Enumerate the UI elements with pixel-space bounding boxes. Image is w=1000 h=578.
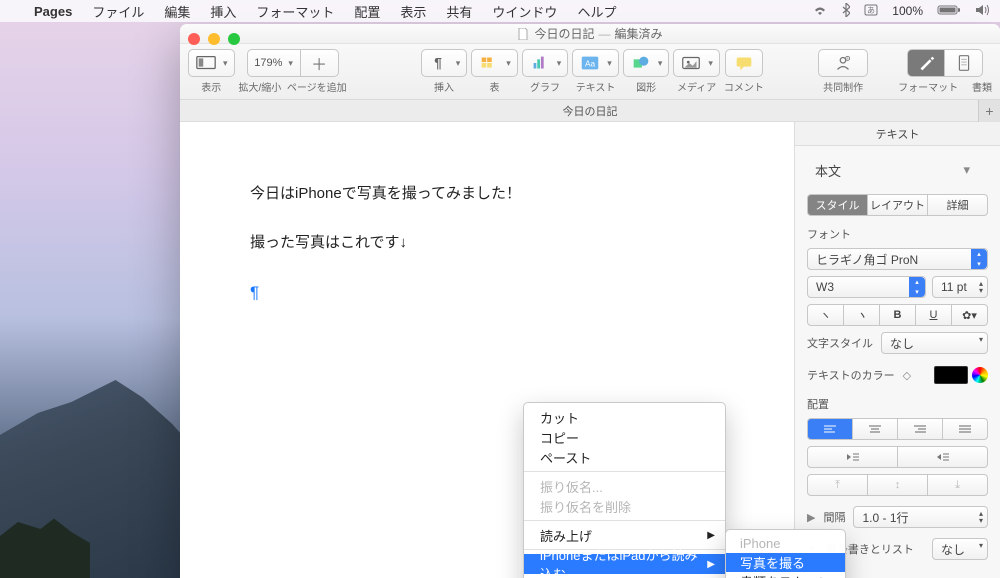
macos-menubar: Pages ファイル 編集 挿入 フォーマット 配置 表示 共有 ウインドウ ヘ… bbox=[0, 0, 1000, 22]
font-family-popup[interactable]: ヒラギノ角ゴ ProN ▴▾ bbox=[807, 248, 988, 270]
align-left[interactable] bbox=[807, 418, 853, 440]
menu-insert[interactable]: 挿入 bbox=[200, 2, 246, 21]
wifi-icon[interactable] bbox=[812, 4, 828, 19]
ctx-copy[interactable]: コピー bbox=[524, 427, 725, 447]
ctx2-device-iphone: iPhone bbox=[726, 534, 845, 553]
ime-icon[interactable]: あ bbox=[864, 4, 878, 19]
menu-file[interactable]: ファイル bbox=[82, 2, 154, 21]
battery-percent: 100% bbox=[892, 4, 923, 18]
battery-icon[interactable] bbox=[937, 4, 961, 19]
document-icon bbox=[517, 28, 529, 40]
chart-button[interactable]: ▾ bbox=[522, 49, 569, 77]
indent-decrease[interactable] bbox=[807, 446, 898, 468]
font-size-field[interactable]: 11 pt ▴▾ bbox=[932, 276, 988, 298]
ctx-ruby-del: 振り仮名を削除 bbox=[524, 496, 725, 516]
doc-paragraph-2[interactable]: 撮った写真はこれです↓ bbox=[250, 229, 764, 258]
char-style-popup[interactable]: なし▾ bbox=[881, 332, 988, 354]
svg-text:+: + bbox=[846, 56, 849, 61]
bluetooth-icon[interactable] bbox=[842, 3, 850, 20]
menu-arrange[interactable]: 配置 bbox=[344, 2, 390, 21]
doc-paragraph-1[interactable]: 今日はiPhoneで写真を撮ってみました！ bbox=[250, 180, 764, 209]
indent-increase[interactable] bbox=[898, 446, 988, 468]
window-state: 編集済み bbox=[615, 25, 663, 42]
subtab-style[interactable]: スタイル bbox=[807, 194, 868, 216]
line-spacing-popup[interactable]: 1.0 - 1行▴▾ bbox=[853, 506, 988, 528]
svg-text:Aa: Aa bbox=[585, 60, 596, 69]
align-center[interactable] bbox=[853, 418, 898, 440]
align-justify[interactable] bbox=[943, 418, 988, 440]
ctx-speak[interactable]: 読み上げ▶ bbox=[524, 525, 725, 545]
collaborate-button[interactable]: + bbox=[818, 49, 868, 77]
add-page-button[interactable]: ＋ bbox=[301, 49, 339, 77]
text-advanced-button[interactable]: ✿▾ bbox=[952, 304, 988, 326]
subtab-more[interactable]: 詳細 bbox=[928, 194, 988, 216]
insert-button[interactable]: ¶▾ bbox=[421, 49, 468, 77]
text-button[interactable]: Aa▾ bbox=[572, 49, 619, 77]
volume-icon[interactable] bbox=[975, 4, 990, 19]
svg-text:あ: あ bbox=[867, 6, 875, 15]
ctx-paste[interactable]: ペースト bbox=[524, 447, 725, 467]
format-inspector: テキスト 本文▾ スタイル レイアウト 詳細 フォント ヒラギノ角ゴ ProN … bbox=[794, 122, 1000, 578]
context-menu: カット コピー ペースト 振り仮名... 振り仮名を削除 読み上げ▶ iPhon… bbox=[523, 402, 726, 578]
add-section-button[interactable]: + bbox=[978, 100, 1000, 122]
text-color-swatch[interactable] bbox=[934, 366, 968, 384]
ctx2-scan-doc[interactable]: 書類をスキャン bbox=[726, 572, 845, 578]
zoom-popup[interactable]: 179%▾ bbox=[247, 49, 301, 77]
context-submenu-continuity: iPhone 写真を撮る 書類をスキャン さすライダーのiPad 写真を撮る 書… bbox=[725, 529, 846, 578]
app-menu[interactable]: Pages bbox=[24, 4, 82, 19]
valign-middle: ↕ bbox=[868, 474, 928, 496]
zoom-button[interactable] bbox=[228, 33, 240, 45]
window-controls bbox=[188, 33, 240, 45]
menu-window[interactable]: ウインドウ bbox=[482, 2, 567, 21]
shape-button[interactable]: ▾ bbox=[623, 49, 670, 77]
comment-button[interactable] bbox=[725, 49, 763, 77]
window-title: 今日の日記 bbox=[534, 25, 594, 42]
document-inspector-button[interactable] bbox=[945, 49, 983, 77]
align-right[interactable] bbox=[898, 418, 943, 440]
toolbar: ▾ 表示 179%▾ ＋ 拡大/縮小 ページを追加 ¶▾ 挿入 ▾ 表 ▾ グラ… bbox=[180, 44, 1000, 100]
menu-share[interactable]: 共有 bbox=[436, 2, 482, 21]
char-variant2-button[interactable]: ヽ bbox=[844, 304, 880, 326]
ctx-cut[interactable]: カット bbox=[524, 407, 725, 427]
inspector-tab-text[interactable]: テキスト bbox=[795, 122, 1000, 146]
format-inspector-button[interactable] bbox=[907, 49, 945, 77]
bullets-popup[interactable]: なし▾ bbox=[932, 538, 988, 560]
ctx2-take-photo[interactable]: 写真を撮る bbox=[726, 553, 845, 572]
menu-help[interactable]: ヘルプ bbox=[567, 2, 626, 21]
section-header: 今日の日記 + bbox=[180, 100, 1000, 122]
window-titlebar[interactable]: 今日の日記 — 編集済み bbox=[180, 24, 1000, 44]
subtab-layout[interactable]: レイアウト bbox=[868, 194, 928, 216]
menu-view[interactable]: 表示 bbox=[390, 2, 436, 21]
svg-text:¶: ¶ bbox=[434, 56, 442, 71]
view-button[interactable]: ▾ bbox=[188, 49, 235, 77]
ctx-continuity[interactable]: iPhoneまたはiPadから読み込む▶ bbox=[524, 554, 725, 574]
color-picker-button[interactable] bbox=[972, 367, 988, 383]
ctx-ruby-add: 振り仮名... bbox=[524, 476, 725, 496]
close-button[interactable] bbox=[188, 33, 200, 45]
document-canvas[interactable]: 今日はiPhoneで写真を撮ってみました！ 撮った写真はこれです↓ ¶ カット … bbox=[180, 122, 794, 578]
valign-bottom: ⤓ bbox=[928, 474, 988, 496]
underline-button[interactable]: U bbox=[916, 304, 952, 326]
char-variant-button[interactable]: ヽ bbox=[807, 304, 844, 326]
font-weight-popup[interactable]: W3 ▴▾ bbox=[807, 276, 926, 298]
inspector-subtabs: スタイル レイアウト 詳細 bbox=[807, 194, 988, 216]
menu-edit[interactable]: 編集 bbox=[154, 2, 200, 21]
media-button[interactable]: ▾ bbox=[673, 49, 720, 77]
pilcrow-marker: ¶ bbox=[250, 283, 259, 302]
table-button[interactable]: ▾ bbox=[471, 49, 518, 77]
minimize-button[interactable] bbox=[208, 33, 220, 45]
pages-window: 今日の日記 — 編集済み ▾ 表示 179%▾ ＋ 拡大/縮小 ページを追加 ¶… bbox=[180, 24, 1000, 578]
font-section-label: フォント bbox=[807, 226, 988, 242]
view-label: 表示 bbox=[201, 79, 221, 94]
menu-format[interactable]: フォーマット bbox=[246, 2, 344, 21]
paragraph-style-popup[interactable]: 本文▾ bbox=[807, 156, 988, 184]
valign-top: ⤒ bbox=[807, 474, 868, 496]
bold-button[interactable]: B bbox=[880, 304, 916, 326]
